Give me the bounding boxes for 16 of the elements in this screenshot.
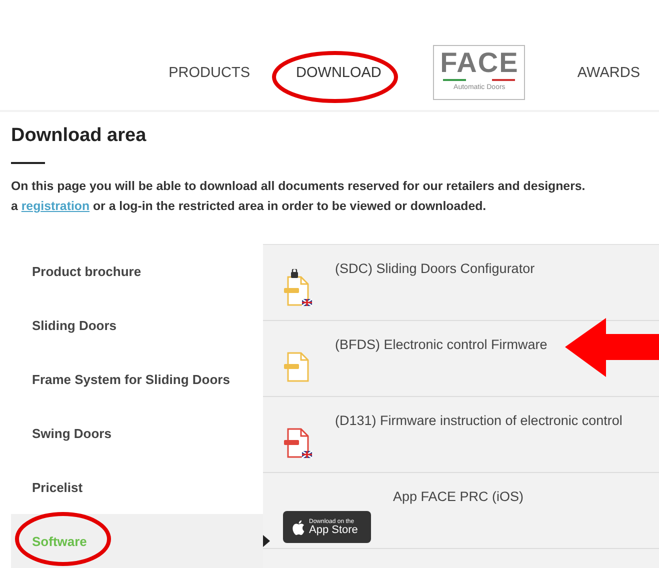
sidebar-item[interactable]: Frame System for Sliding Doors [11,352,263,406]
file-title-link[interactable]: (SDC) Sliding Doors Configurator [335,261,535,276]
page-title: Download area [11,124,148,148]
file-title-link[interactable]: App FACE PRC (iOS) [393,489,524,504]
sidebar-item[interactable]: Swing Doors [11,406,263,460]
sidebar-item[interactable]: Pricelist [11,460,263,514]
nav-link[interactable]: PRODUCTS [168,60,250,84]
file-title-link[interactable]: (D131) Firmware instruction of electronic control [335,413,622,428]
sidebar-item[interactable]: Sliding Doors [11,298,263,352]
nav-link[interactable]: AWARDS [577,60,640,84]
intro-text: On this page you will be able to download all documents reserved for our retailers and designers. [11,178,586,195]
nav-link[interactable]: DOWNLOAD [296,60,382,84]
intro-text: a registration or a log-in the restricted area in order to be viewed or downloaded. [11,198,488,215]
file-title-link[interactable]: (BFDS) Electronic control Firmware [335,337,548,352]
sidebar-item[interactable]: Product brochure [11,244,263,298]
apple-icon [291,518,305,536]
